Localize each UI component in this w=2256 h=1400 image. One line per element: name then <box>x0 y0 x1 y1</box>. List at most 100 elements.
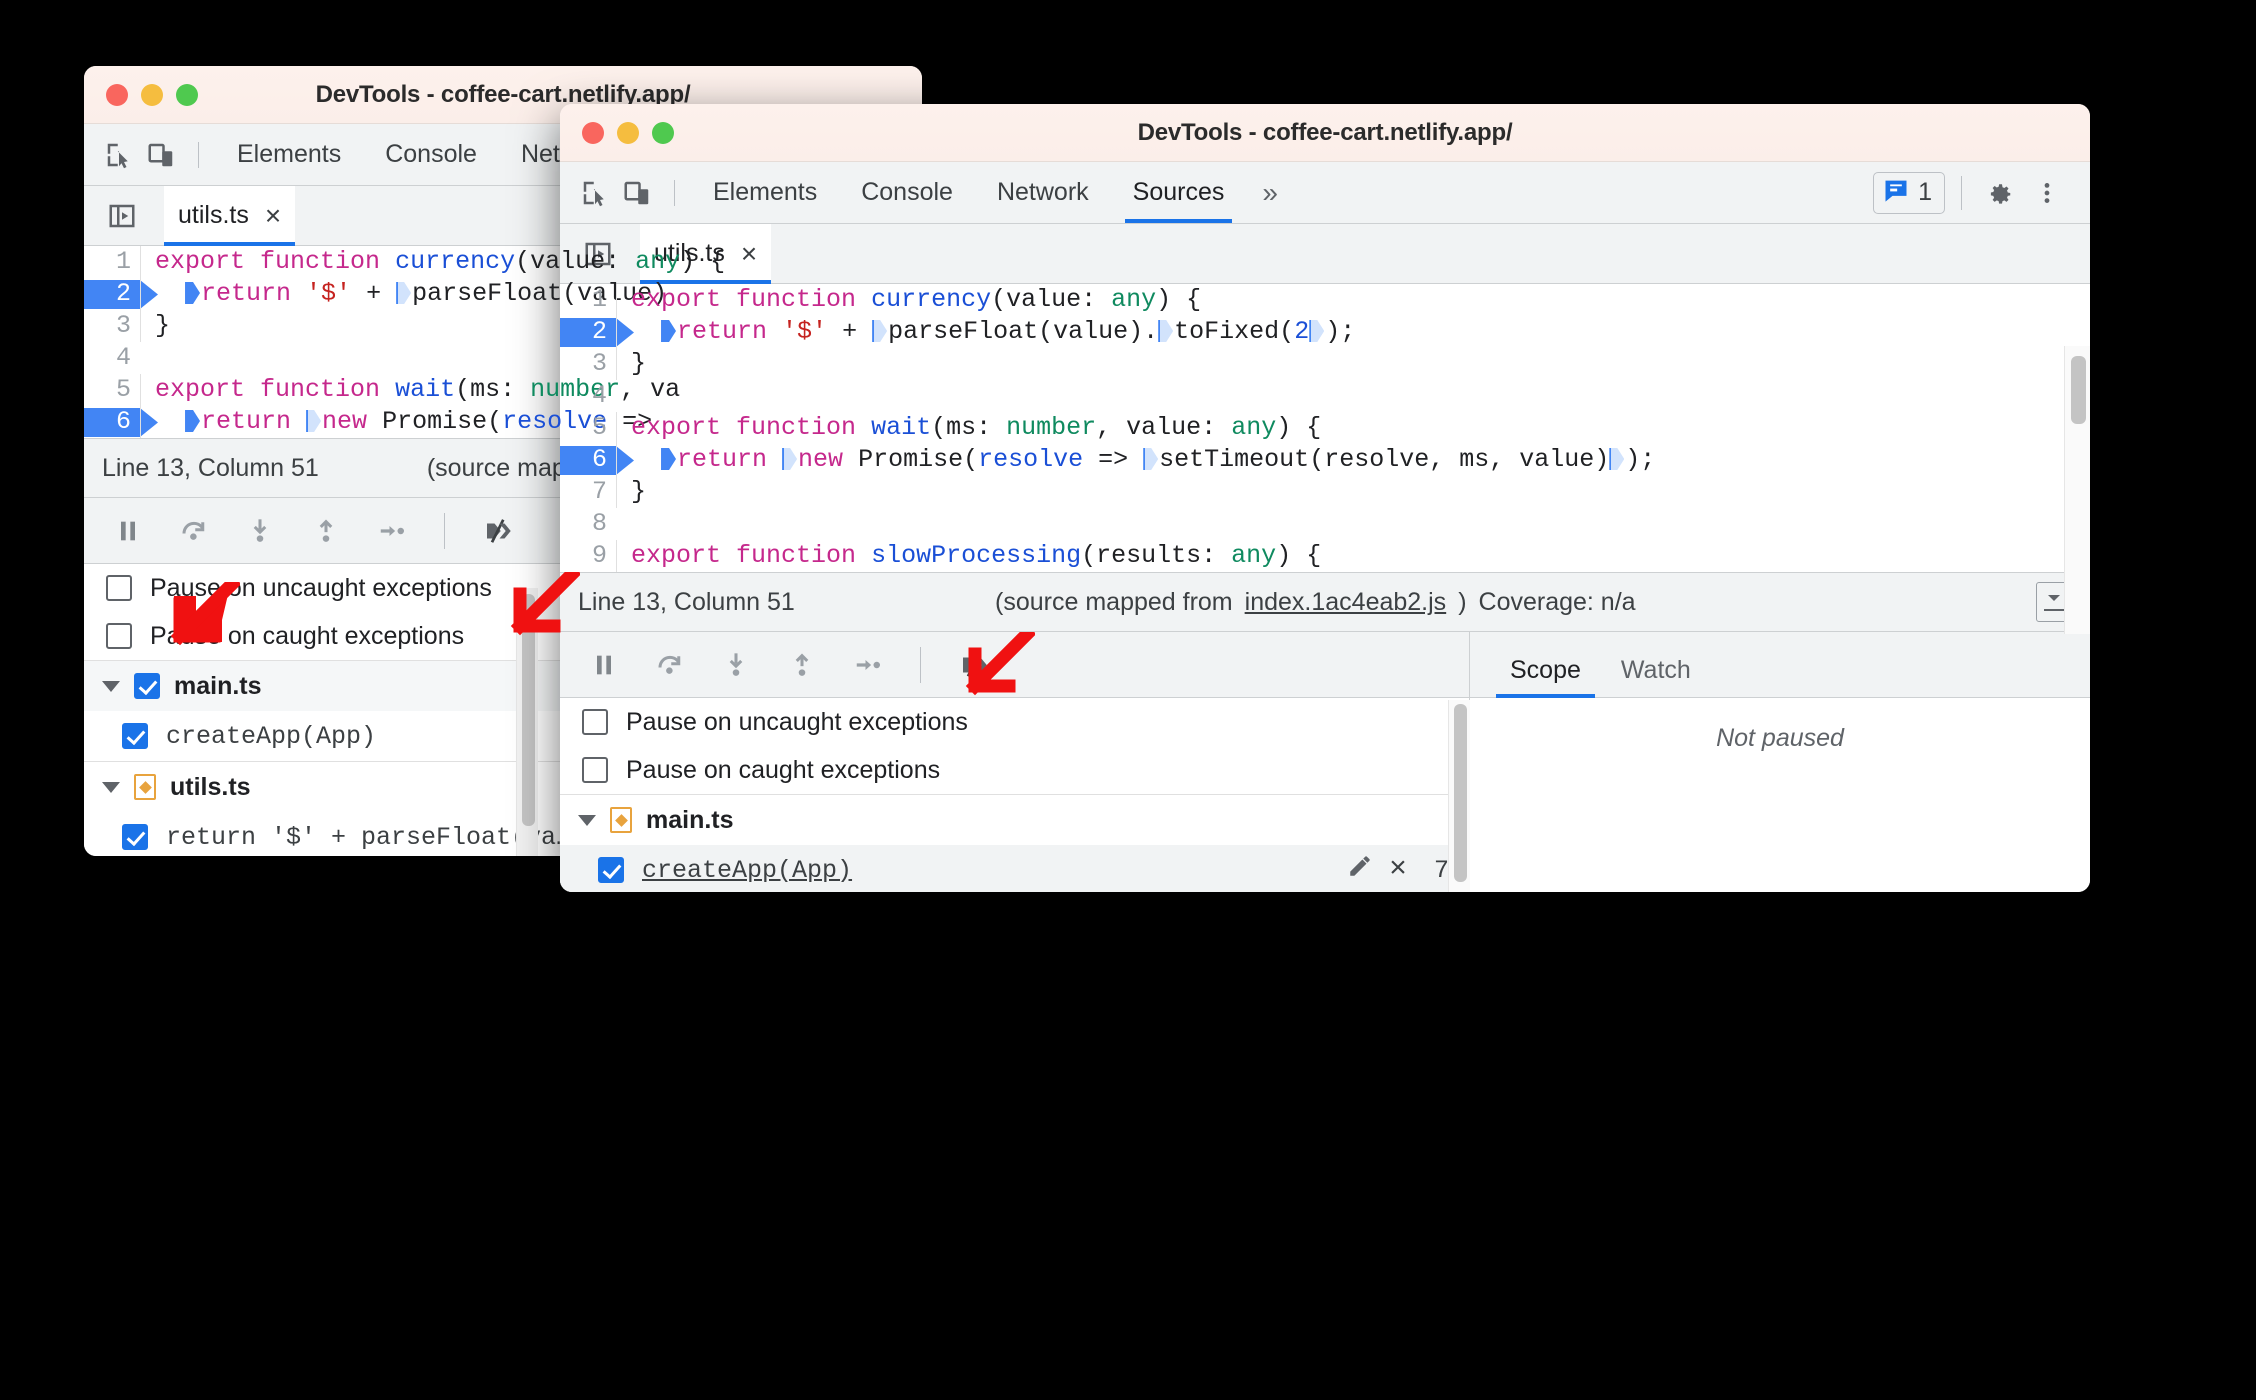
zoom-window-button[interactable] <box>652 121 674 144</box>
resume-script-icon[interactable] <box>108 511 148 551</box>
code-line-text[interactable]: export function slowProcessing(results: … <box>616 540 1321 572</box>
line-number[interactable]: 1 <box>560 284 616 316</box>
line-number[interactable]: 2 <box>84 278 140 310</box>
async-step-marker-icon[interactable] <box>185 410 201 432</box>
tab-scope[interactable]: Scope <box>1490 656 1601 698</box>
scrollbar-thumb[interactable] <box>1454 704 1467 882</box>
line-number[interactable]: 2 <box>560 316 616 348</box>
front-editor-scrollbar[interactable] <box>2064 346 2090 634</box>
breakpoint-item-checkbox[interactable] <box>122 723 148 749</box>
code-line-text[interactable]: } <box>616 476 646 508</box>
resume-script-icon[interactable] <box>584 645 624 685</box>
device-toolbar-icon[interactable] <box>616 172 658 214</box>
step-out-icon[interactable] <box>306 511 346 551</box>
front-breakpoints-scrollbar[interactable] <box>1448 700 1470 892</box>
code-line-text[interactable]: } <box>616 348 646 380</box>
code-line[interactable]: 9 export function slowProcessing(results:… <box>560 540 2090 572</box>
line-number[interactable]: 6 <box>560 444 616 476</box>
pause-on-uncaught-exceptions-checkbox[interactable] <box>582 709 608 735</box>
scrollbar-thumb[interactable] <box>522 594 535 826</box>
line-number[interactable]: 6 <box>84 406 140 438</box>
edit-pencil-icon[interactable] <box>1347 853 1373 887</box>
code-line-text[interactable]: return '$' + parseFloat(value). toFixed(2… <box>616 316 1355 348</box>
breakpoint-item-checkbox[interactable] <box>598 857 624 883</box>
code-line-text[interactable]: export function wait(ms: number, value: … <box>616 412 1321 444</box>
code-line[interactable]: 4 <box>560 380 2090 412</box>
line-number[interactable]: 1 <box>84 246 140 278</box>
tab-elements[interactable]: Elements <box>215 124 363 185</box>
line-number[interactable]: 3 <box>84 310 140 342</box>
tab-sources[interactable]: Sources <box>1111 162 1247 223</box>
tab-watch[interactable]: Watch <box>1601 656 1711 697</box>
async-step-marker-icon[interactable] <box>661 320 677 342</box>
tab-console[interactable]: Console <box>839 162 975 223</box>
breakpoint-group-main-ts[interactable]: main.ts <box>560 795 1469 845</box>
code-line-text[interactable]: } <box>140 310 170 342</box>
front-breakpoints-pane[interactable]: Pause on uncaught exceptions Pause on cau… <box>560 698 1469 892</box>
async-step-marker-hollow-icon[interactable] <box>1143 448 1159 470</box>
pause-on-caught-exceptions-checkbox[interactable] <box>106 623 132 649</box>
code-line[interactable]: 8 <box>560 508 2090 540</box>
pause-on-uncaught-exceptions-checkbox[interactable] <box>106 575 132 601</box>
remove-breakpoint-icon[interactable]: × <box>1389 855 1407 885</box>
code-line[interactable]: 3} <box>560 348 2090 380</box>
back-breakpoints-scrollbar[interactable] <box>516 588 538 856</box>
more-tabs-chevron-icon[interactable]: » <box>1246 162 1294 223</box>
code-line-text[interactable]: export function currency(value: any) { <box>140 246 725 278</box>
close-window-button[interactable] <box>106 83 128 106</box>
async-step-marker-icon[interactable] <box>185 282 201 304</box>
tab-elements[interactable]: Elements <box>691 162 839 223</box>
scrollbar-thumb[interactable] <box>2071 356 2086 424</box>
front-devtools-window[interactable]: DevTools - coffee-cart.netlify.app/ Elem… <box>560 104 2090 892</box>
step-over-icon[interactable] <box>650 645 690 685</box>
breakpoint-group-checkbox[interactable] <box>134 673 160 699</box>
pause-on-uncaught-exceptions-row[interactable]: Pause on uncaught exceptions <box>560 698 1469 746</box>
line-number[interactable]: 4 <box>560 380 616 412</box>
chevron-down-icon[interactable] <box>102 680 120 692</box>
line-number[interactable]: 5 <box>560 412 616 444</box>
file-tab-utils-ts[interactable]: utils.ts × <box>164 186 296 246</box>
breakpoint-item[interactable]: createApp(App) × 7 <box>560 845 1469 892</box>
step-out-icon[interactable] <box>782 645 822 685</box>
front-code-editor[interactable]: 1 export function currency(value: any) {2… <box>560 284 2090 572</box>
async-step-marker-hollow-icon[interactable] <box>1158 320 1174 342</box>
tab-console[interactable]: Console <box>363 124 499 185</box>
back-traffic-lights[interactable] <box>84 83 198 106</box>
tab-network[interactable]: Network <box>975 162 1111 223</box>
code-line-text[interactable]: export function currency(value: any) { <box>616 284 1201 316</box>
code-line[interactable]: 2 return '$' + parseFloat(value). toFixed… <box>560 316 2090 348</box>
inspect-element-icon[interactable] <box>574 172 616 214</box>
code-line[interactable]: 6 return new Promise(resolve => setTimeo… <box>560 444 2090 476</box>
async-step-marker-hollow-icon[interactable] <box>872 320 888 342</box>
step-over-icon[interactable] <box>174 511 214 551</box>
step-into-icon[interactable] <box>240 511 280 551</box>
code-line-text[interactable]: return new Promise(resolve => setTimeout… <box>616 444 1655 476</box>
code-line[interactable]: 1 export function currency(value: any) { <box>560 284 2090 316</box>
async-step-marker-hollow-icon[interactable] <box>1609 448 1625 470</box>
kebab-menu-icon[interactable] <box>2026 172 2068 214</box>
async-step-marker-hollow-icon[interactable] <box>396 282 412 304</box>
gear-icon[interactable] <box>1978 172 2020 214</box>
front-debug-toolbar[interactable] <box>560 632 1469 698</box>
step-into-icon[interactable] <box>716 645 756 685</box>
device-toolbar-icon[interactable] <box>140 134 182 176</box>
chevron-down-icon[interactable] <box>578 814 596 826</box>
show-navigator-icon[interactable] <box>100 194 144 238</box>
async-step-marker-icon[interactable] <box>661 448 677 470</box>
async-step-marker-hollow-icon[interactable] <box>1309 320 1325 342</box>
line-number[interactable]: 9 <box>560 540 616 572</box>
async-step-marker-hollow-icon[interactable] <box>782 448 798 470</box>
close-icon[interactable]: × <box>741 238 757 270</box>
pause-on-caught-exceptions-checkbox[interactable] <box>582 757 608 783</box>
code-line[interactable]: 5 export function wait(ms: number, value:… <box>560 412 2090 444</box>
line-number[interactable]: 7 <box>560 476 616 508</box>
async-step-marker-hollow-icon[interactable] <box>306 410 322 432</box>
step-icon[interactable] <box>848 645 888 685</box>
breakpoint-item-checkbox[interactable] <box>122 824 148 850</box>
chevron-down-icon[interactable] <box>102 781 120 793</box>
source-map-link[interactable]: index.1ac4eab2.js <box>1245 588 1447 617</box>
line-number[interactable]: 8 <box>560 508 616 540</box>
deactivate-breakpoints-icon[interactable] <box>477 511 517 551</box>
scope-watch-tabs[interactable]: Scope Watch <box>1470 632 2090 698</box>
minimize-window-button[interactable] <box>617 121 639 144</box>
